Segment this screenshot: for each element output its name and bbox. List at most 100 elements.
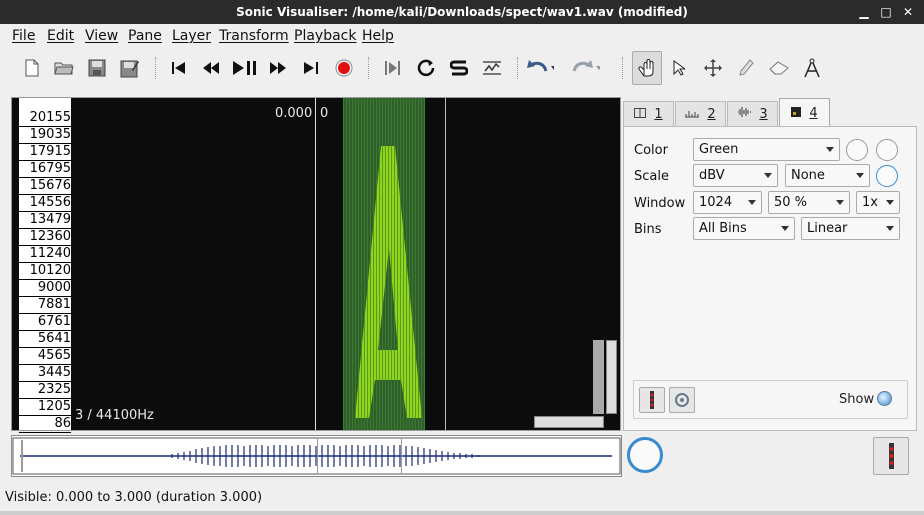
normalize-select[interactable]: None [785, 164, 870, 187]
vertical-zoom-scrollbar[interactable] [593, 340, 604, 414]
open-folder-icon[interactable] [50, 55, 78, 81]
color-rotation-dial[interactable] [876, 139, 898, 161]
select-arrow-icon[interactable] [665, 55, 693, 81]
scale-select[interactable]: dBV [693, 164, 778, 187]
new-file-icon[interactable] [18, 55, 46, 81]
solo-icon[interactable] [445, 55, 473, 81]
window-overlap-value: 50 % [774, 195, 808, 210]
redo-icon[interactable] [572, 55, 600, 81]
pane-icon [634, 107, 647, 122]
tab-label: 3 [759, 106, 768, 122]
tab-4[interactable]: 4 [779, 98, 830, 127]
chevron-down-icon [886, 200, 894, 205]
frequency-tick: 3445 [19, 365, 71, 382]
menu-view[interactable]: View [85, 28, 118, 44]
bins-select[interactable]: All Bins [693, 217, 795, 240]
ruler-icon [685, 107, 700, 122]
bins-value: All Bins [699, 221, 747, 236]
spectrogram-image [343, 98, 425, 430]
rewind-icon[interactable] [197, 55, 225, 81]
draw-pencil-icon[interactable] [732, 55, 760, 81]
minimize-button[interactable]: ▁ [856, 4, 872, 20]
play-pause-icon[interactable] [231, 55, 259, 81]
horizontal-zoom-thumbwheel[interactable] [534, 416, 604, 428]
frequency-scale-select[interactable]: Linear [801, 217, 900, 240]
rewind-start-icon[interactable] [165, 55, 193, 81]
chevron-down-icon [856, 173, 864, 178]
menu-file[interactable]: File [12, 28, 35, 44]
play-parameters-button[interactable] [639, 387, 665, 413]
toolbar-separator [517, 57, 518, 79]
frequency-tick: 7881 [19, 297, 71, 314]
menu-transform[interactable]: Transform [219, 28, 289, 44]
tab-3[interactable]: 3 [727, 101, 778, 126]
show-layer-toggle[interactable] [877, 391, 892, 406]
time-readout-right: 0 [320, 106, 329, 121]
waveform-icon [737, 106, 752, 122]
tab-1[interactable]: 1 [623, 101, 674, 126]
normalize-icon[interactable] [478, 55, 506, 81]
window-overlap-select[interactable]: 50 % [768, 191, 850, 214]
fast-forward-icon[interactable] [264, 55, 292, 81]
overview-pane[interactable] [11, 435, 622, 477]
selection-line [445, 98, 446, 430]
frequency-tick: 20155 [19, 110, 71, 127]
playback-parameters-button[interactable] [873, 437, 909, 475]
main-pane[interactable]: 20155 19035 17915 16795 15676 14556 1347… [11, 97, 621, 433]
measure-icon[interactable] [798, 55, 826, 81]
frequency-tick: 1205 [19, 399, 71, 416]
status-bar-text: Visible: 0.000 to 3.000 (duration 3.000) [5, 490, 263, 505]
tab-label: 4 [809, 105, 818, 121]
window-bottom-border [0, 511, 924, 515]
close-button[interactable]: ✕ [900, 4, 916, 20]
bins-label: Bins [634, 222, 662, 237]
threshold-dial[interactable] [876, 165, 898, 187]
menu-playback[interactable]: Playback [294, 28, 356, 44]
menu-bar: File Edit View Pane Layer Transform Play… [0, 24, 924, 47]
undo-icon[interactable] [526, 55, 554, 81]
menu-pane[interactable]: Pane [128, 28, 162, 44]
frequency-tick: 17915 [19, 144, 71, 161]
frequency-ruler: 20155 19035 17915 16795 15676 14556 1347… [19, 98, 77, 433]
navigate-hand-icon[interactable] [632, 51, 662, 85]
save-icon[interactable] [83, 55, 111, 81]
layer-tabs: 1 2 3 4 [623, 98, 917, 127]
loop-icon[interactable] [412, 55, 440, 81]
scale-value: dBV [699, 168, 725, 183]
record-icon[interactable] [330, 55, 358, 81]
save-as-icon[interactable] [116, 55, 144, 81]
chevron-down-icon [748, 200, 756, 205]
frequency-tick: 10120 [19, 263, 71, 280]
vertical-zoom-thumbwheel[interactable] [606, 340, 617, 414]
toolbar-separator [155, 57, 156, 79]
menu-edit[interactable]: Edit [47, 28, 74, 44]
chevron-down-icon [764, 173, 772, 178]
tab-label: 2 [707, 106, 716, 122]
traffic-light-icon [889, 443, 894, 469]
oversample-select[interactable]: 1x [856, 191, 900, 214]
tab-2[interactable]: 2 [675, 101, 726, 126]
title-bar: Sonic Visualiser: /home/kali/Downloads/s… [0, 0, 924, 24]
play-selection-icon[interactable] [379, 55, 407, 81]
maximize-button[interactable]: □ [878, 4, 894, 20]
forward-end-icon[interactable] [297, 55, 325, 81]
menu-help[interactable]: Help [362, 28, 394, 44]
ruler-divider [71, 98, 77, 430]
scale-label: Scale [634, 169, 669, 184]
move-icon[interactable] [699, 55, 727, 81]
window-title: Sonic Visualiser: /home/kali/Downloads/s… [236, 5, 688, 19]
oversample-value: 1x [862, 195, 878, 210]
spectrogram-icon [791, 106, 802, 121]
gain-dial[interactable] [846, 139, 868, 161]
playback-speed-dial[interactable] [627, 437, 663, 473]
layer-settings-button[interactable] [669, 387, 695, 413]
menu-layer[interactable]: Layer [172, 28, 211, 44]
frequency-tick: 4565 [19, 348, 71, 365]
toolbar-separator [622, 57, 623, 79]
gear-icon [675, 393, 689, 407]
window-size-value: 1024 [699, 195, 733, 210]
color-value: Green [699, 142, 739, 157]
color-select[interactable]: Green [693, 138, 840, 161]
erase-icon[interactable] [765, 55, 793, 81]
window-size-select[interactable]: 1024 [693, 191, 762, 214]
